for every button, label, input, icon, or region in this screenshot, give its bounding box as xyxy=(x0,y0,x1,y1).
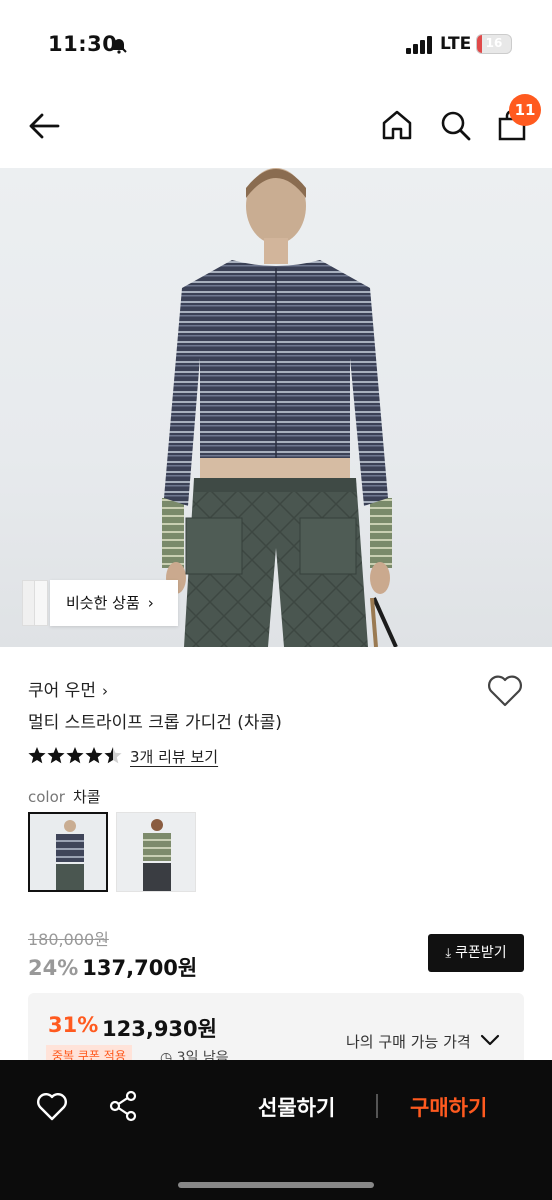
coupon-button-label: 쿠폰받기 xyxy=(455,945,507,961)
color-label-row: color 차콜 xyxy=(28,786,101,807)
discount-rate: 24% xyxy=(28,956,79,980)
download-icon: ⤓ xyxy=(445,946,452,961)
star-icon xyxy=(66,747,84,764)
product-title: 멀티 스트라이프 크롭 가디건 (차콜) xyxy=(28,713,282,733)
sale-price-row: 24% 137,700원 xyxy=(28,952,197,982)
bottom-action-bar: 선물하기 구매하기 xyxy=(0,1060,552,1200)
share-icon[interactable] xyxy=(108,1090,138,1122)
signal-icon xyxy=(406,36,432,54)
similar-products-button[interactable]: 비슷한 상품 › xyxy=(22,580,178,626)
home-icon[interactable] xyxy=(380,108,414,142)
network-type: LTE xyxy=(440,34,472,54)
gift-button[interactable]: 선물하기 xyxy=(258,1092,335,1122)
heart-icon[interactable] xyxy=(36,1092,68,1122)
wishlist-heart-icon[interactable] xyxy=(486,674,524,708)
bell-muted-icon xyxy=(111,37,127,54)
best-price: 123,930원 xyxy=(102,1017,217,1041)
sale-price: 137,700원 xyxy=(82,956,198,980)
buy-button[interactable]: 구매하기 xyxy=(410,1092,487,1122)
color-swatch-charcoal[interactable] xyxy=(28,812,108,892)
star-icon xyxy=(85,747,103,764)
search-icon[interactable] xyxy=(438,108,472,142)
color-label: color xyxy=(28,788,65,806)
color-swatch-green[interactable] xyxy=(116,812,196,892)
chevron-down-icon[interactable] xyxy=(480,1033,500,1047)
chevron-right-icon: › xyxy=(147,594,154,612)
cart-count-badge: 11 xyxy=(509,94,541,126)
status-bar: 11:30 LTE 16 xyxy=(0,0,552,80)
my-price-label: 나의 구매 가능 가격 xyxy=(346,1033,471,1051)
status-time: 11:30 xyxy=(48,32,118,56)
best-price-rate: 31% xyxy=(48,1013,99,1037)
battery-indicator: 16 xyxy=(476,34,512,54)
star-icon xyxy=(47,747,65,764)
product-image[interactable] xyxy=(0,168,552,647)
coupon-button[interactable]: ⤓ 쿠폰받기 xyxy=(428,934,524,972)
brand-link[interactable]: 쿠어 우먼 › xyxy=(28,676,108,701)
brand-name: 쿠어 우먼 xyxy=(28,681,96,701)
color-value: 차콜 xyxy=(72,788,101,806)
back-arrow-icon[interactable] xyxy=(26,110,62,142)
swatch-thumbnail xyxy=(30,814,106,890)
home-indicator xyxy=(178,1182,374,1188)
review-link[interactable]: 3개 리뷰 보기 xyxy=(130,746,218,767)
model-photo xyxy=(162,168,398,647)
similar-products-pill[interactable]: 비슷한 상품 › xyxy=(50,580,178,626)
similar-products-label: 비슷한 상품 xyxy=(66,594,140,612)
star-icon xyxy=(104,747,122,764)
battery-level: 16 xyxy=(485,36,503,50)
rating-stars xyxy=(28,747,122,764)
star-icon xyxy=(28,747,46,764)
divider xyxy=(376,1094,378,1118)
similar-thumb xyxy=(34,580,48,626)
swatch-thumbnail xyxy=(117,813,195,891)
original-price: 180,000원 xyxy=(28,930,109,949)
top-nav: 11 xyxy=(0,90,552,162)
chevron-right-icon: › xyxy=(101,682,108,700)
